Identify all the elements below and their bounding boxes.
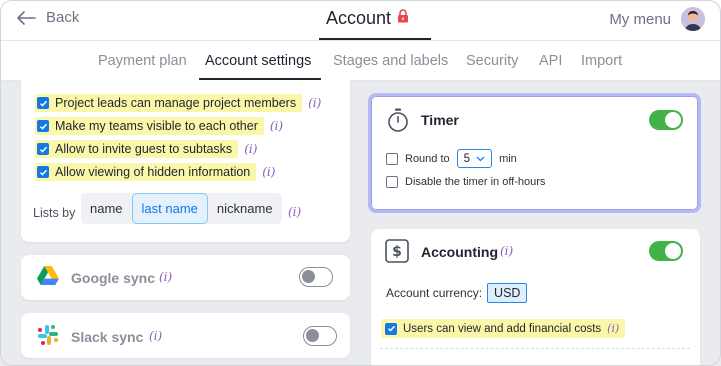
svg-text:$: $ — [392, 244, 402, 260]
timer-toggle[interactable] — [649, 110, 683, 130]
lock-icon — [397, 9, 409, 28]
info-icon[interactable]: (i) — [288, 205, 301, 219]
slack-sync-toggle[interactable] — [303, 326, 337, 346]
arrow-left-icon — [16, 10, 36, 25]
tab-payment-plan[interactable]: Payment plan — [98, 53, 187, 69]
info-icon[interactable]: (i) — [308, 96, 321, 110]
stopwatch-icon — [387, 108, 409, 137]
timer-title: Timer — [421, 112, 459, 128]
option-label: Allow to invite guest to subtasks — [55, 142, 233, 156]
option-teams-visible: Make my teams visible to each other (i) — [35, 117, 283, 135]
tab-stages-and-labels[interactable]: Stages and labels — [333, 53, 448, 69]
google-sync-title: Google sync — [71, 270, 156, 286]
slack-sync-card: Slack sync (i) — [21, 313, 350, 358]
lists-by-option-name[interactable]: name — [81, 193, 132, 224]
option-hidden-info: Allow viewing of hidden information (i) — [35, 163, 275, 181]
lists-by-option-last-name[interactable]: last name — [131, 193, 208, 224]
off-hours-label: Disable the timer in off-hours — [405, 176, 546, 188]
back-button[interactable]: Back — [16, 9, 79, 26]
info-icon[interactable]: (i) — [244, 142, 257, 156]
round-to-label: Round to — [405, 152, 450, 165]
currency-select[interactable]: USD — [487, 283, 528, 303]
lists-by-label: Lists by — [33, 206, 76, 220]
google-sync-card: Google sync (i) — [21, 255, 350, 300]
google-sync-toggle[interactable] — [299, 267, 333, 287]
chevron-down-icon — [476, 153, 485, 165]
option-invite-guest: Allow to invite guest to subtasks (i) — [35, 140, 257, 158]
currency-label: Account currency: — [386, 286, 483, 300]
round-to-select[interactable]: 5 — [456, 149, 493, 168]
round-to-unit: min — [499, 152, 517, 165]
tab-import[interactable]: Import — [581, 53, 622, 69]
option-highlight: Users can view and add financial costs (… — [381, 319, 626, 338]
info-icon[interactable]: (i) — [149, 329, 162, 343]
option-highlight: Make my teams visible to each other — [35, 117, 264, 135]
accounting-card: $ Accounting (i) Account currency: USD U… — [371, 229, 700, 366]
info-icon[interactable]: (i) — [262, 165, 275, 179]
option-label: Make my teams visible to each other — [55, 119, 258, 133]
slack-sync-title: Slack sync — [71, 329, 144, 345]
toggle-knob — [306, 329, 319, 342]
option-highlight: Project leads can manage project members — [35, 94, 303, 112]
lists-by-segmented-control: name last name nickname — [81, 193, 282, 224]
toggle-knob — [665, 112, 681, 128]
off-hours-row: Disable the timer in off-hours — [386, 176, 545, 188]
info-icon[interactable]: (i) — [270, 119, 283, 133]
back-label: Back — [46, 9, 80, 26]
my-menu-button[interactable]: My menu — [609, 7, 705, 31]
checkbox-hidden-info[interactable] — [37, 166, 49, 178]
financial-costs-checkbox[interactable] — [385, 322, 397, 335]
google-drive-icon — [37, 266, 59, 291]
info-icon[interactable]: (i) — [500, 244, 513, 258]
option-label: Allow viewing of hidden information — [55, 165, 251, 179]
option-label: Project leads can manage project members — [55, 96, 297, 110]
page-title: Account — [326, 8, 392, 28]
general-settings-card: Project leads can manage project members… — [21, 80, 350, 242]
my-menu-label: My menu — [609, 10, 671, 28]
page-title-wrap: Account — [326, 8, 409, 29]
financial-costs-row: Users can view and add financial costs (… — [381, 319, 626, 338]
checkbox-project-leads[interactable] — [37, 97, 49, 109]
currency-row: Account currency: USD — [386, 283, 528, 303]
slack-icon — [37, 324, 59, 351]
top-header: Back Account My menu — [0, 0, 721, 41]
accounting-toggle[interactable] — [649, 241, 683, 261]
toggle-knob — [665, 243, 681, 259]
toggle-knob — [302, 270, 315, 283]
option-project-leads: Project leads can manage project members… — [35, 94, 321, 112]
settings-tabs: Payment plan Account settings Stages and… — [0, 41, 721, 81]
avatar[interactable] — [681, 7, 705, 31]
dollar-icon: $ — [385, 239, 409, 268]
timer-card: Timer Round to 5 min Disable the timer i… — [368, 93, 701, 213]
checkbox-invite-guest[interactable] — [37, 143, 49, 155]
round-to-value: 5 — [463, 152, 471, 165]
lists-by-option-nickname[interactable]: nickname — [208, 193, 282, 224]
tab-api[interactable]: API — [539, 53, 562, 69]
checkbox-teams-visible[interactable] — [37, 120, 49, 132]
section-divider — [380, 348, 690, 349]
info-icon[interactable]: (i) — [607, 322, 619, 335]
option-highlight: Allow viewing of hidden information — [35, 163, 257, 181]
option-highlight: Allow to invite guest to subtasks — [35, 140, 239, 158]
round-to-checkbox[interactable] — [386, 152, 398, 165]
round-to-row: Round to 5 min — [386, 149, 517, 168]
title-underline — [319, 38, 431, 40]
tab-account-settings[interactable]: Account settings — [205, 53, 311, 69]
financial-costs-label: Users can view and add financial costs — [403, 322, 602, 335]
info-icon[interactable]: (i) — [159, 270, 172, 284]
tab-security[interactable]: Security — [466, 53, 518, 69]
off-hours-checkbox[interactable] — [386, 176, 398, 188]
accounting-title: Accounting — [421, 244, 498, 260]
